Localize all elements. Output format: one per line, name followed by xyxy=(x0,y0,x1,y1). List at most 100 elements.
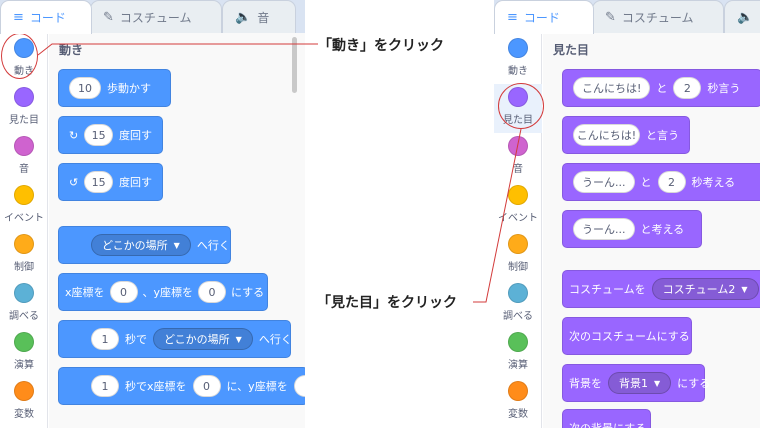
x-input[interactable]: 0 xyxy=(109,281,138,303)
category-label: 変数 xyxy=(508,409,528,420)
control-category-icon xyxy=(14,234,34,254)
x-input[interactable]: 0 xyxy=(192,375,221,397)
category-variables[interactable]: 変数 xyxy=(494,378,542,427)
block-text: 度回す xyxy=(119,129,152,142)
block-text: と考える xyxy=(640,223,685,236)
category-operators[interactable]: 演算 xyxy=(494,329,542,378)
block-think[interactable]: うーん... と考える xyxy=(562,210,702,248)
block-next-backdrop[interactable]: 次の背景にする xyxy=(562,409,651,428)
block-text: と言う xyxy=(646,129,679,142)
events-category-icon xyxy=(508,185,528,205)
category-label: 変数 xyxy=(14,409,34,420)
sound-category-icon xyxy=(508,136,528,156)
category-variables[interactable]: 変数 xyxy=(0,378,48,427)
block-text: 秒言う xyxy=(707,82,741,95)
section-title-motion: 動き xyxy=(59,43,84,57)
block-think-for-secs[interactable]: うーん... と 2 秒考える xyxy=(562,163,760,201)
category-label: イベント xyxy=(498,213,538,224)
steps-input[interactable]: 10 xyxy=(69,77,101,99)
category-sensing[interactable]: 調べる xyxy=(494,280,542,329)
sound-category-icon xyxy=(14,136,34,156)
category-control[interactable]: 制御 xyxy=(0,231,48,280)
block-say-for-secs[interactable]: こんにちは! と 2 秒言う xyxy=(562,69,760,107)
seconds-input[interactable]: 1 xyxy=(91,328,119,350)
variables-category-icon xyxy=(14,381,34,401)
tab-code[interactable]: ≡ コード xyxy=(0,0,92,34)
seconds-input[interactable]: 2 xyxy=(673,77,702,99)
block-turn-right[interactable]: ↻ 15 度回す xyxy=(58,116,163,154)
degrees-input[interactable]: 15 xyxy=(84,124,113,146)
motion-category-icon xyxy=(508,38,528,58)
y-input[interactable] xyxy=(293,375,305,397)
left-screenshot-panel: ≡ コード ✎ コスチューム 🔈 音 動き 見た目 音 イベント 制御 調べる … xyxy=(0,0,305,428)
block-text: にする xyxy=(677,377,711,390)
seconds-input[interactable]: 1 xyxy=(91,375,119,397)
category-sound[interactable]: 音 xyxy=(0,133,48,182)
block-switch-backdrop[interactable]: 背景を 背景1 ▼ にする xyxy=(562,364,710,402)
rotate-right-icon: ↻ xyxy=(69,128,79,142)
category-operators[interactable]: 演算 xyxy=(0,329,48,378)
callout-motion: 「動き」をクリック xyxy=(318,38,444,54)
category-label: 音 xyxy=(19,164,29,175)
tab-code-label: コード xyxy=(29,11,66,25)
speaker-icon: 🔈 xyxy=(737,9,754,25)
block-turn-left[interactable]: ↺ 15 度回す xyxy=(58,163,163,201)
degrees-input[interactable]: 15 xyxy=(84,171,113,193)
costume-dropdown[interactable]: コスチューム2 ▼ xyxy=(651,278,759,300)
block-text: 次のコスチュームにする xyxy=(569,330,690,343)
chevron-down-icon: ▼ xyxy=(654,378,661,388)
block-text: 度回す xyxy=(119,176,152,189)
glide-target-dropdown[interactable]: どこかの場所 ▼ xyxy=(153,328,253,350)
sensing-category-icon xyxy=(508,283,528,303)
dropdown-value: どこかの場所 xyxy=(164,333,230,346)
y-input[interactable]: 0 xyxy=(198,281,227,303)
code-icon: ≡ xyxy=(13,10,24,25)
tab-costumes[interactable]: ✎ コスチューム xyxy=(90,0,222,33)
seconds-input[interactable]: 2 xyxy=(657,171,686,193)
category-motion[interactable]: 動き xyxy=(494,35,542,84)
tab-bar: ≡ コード ✎ コスチューム 🔈 xyxy=(494,0,760,34)
category-sensing[interactable]: 調べる xyxy=(0,280,48,329)
section-title-looks: 見た目 xyxy=(553,43,590,57)
block-switch-costume[interactable]: コスチュームを コスチューム2 ▼ xyxy=(562,270,760,308)
tab-sounds[interactable]: 🔈 xyxy=(724,0,760,33)
message-input[interactable]: うーん... xyxy=(573,218,635,240)
message-input[interactable]: こんにちは! xyxy=(573,77,651,99)
block-text: 、y座標を xyxy=(142,286,194,299)
block-next-costume[interactable]: 次のコスチュームにする xyxy=(562,317,692,355)
tab-costumes[interactable]: ✎ コスチューム xyxy=(592,0,724,33)
category-control[interactable]: 制御 xyxy=(494,231,542,280)
message-input[interactable]: こんにちは! xyxy=(573,124,640,146)
block-goto[interactable]: どこかの場所 ▼ へ行く xyxy=(58,226,231,264)
category-label: 制御 xyxy=(508,262,528,273)
category-label: 演算 xyxy=(14,360,34,371)
tab-code[interactable]: ≡ コード xyxy=(494,0,594,34)
block-say[interactable]: こんにちは! と言う xyxy=(562,116,690,154)
block-text: へ行く xyxy=(196,239,230,252)
sensing-category-icon xyxy=(14,283,34,303)
block-move-steps[interactable]: 10 歩動かす xyxy=(58,69,171,107)
chevron-down-icon: ▼ xyxy=(235,334,242,344)
variables-category-icon xyxy=(508,381,528,401)
looks-category-icon xyxy=(14,87,34,107)
callout-looks: 「見た目」をクリック xyxy=(317,295,457,311)
highlight-circle-looks xyxy=(498,83,544,129)
rotate-left-icon: ↺ xyxy=(69,175,79,189)
goto-target-dropdown[interactable]: どこかの場所 ▼ xyxy=(91,234,191,256)
category-events[interactable]: イベント xyxy=(0,182,48,231)
backdrop-dropdown[interactable]: 背景1 ▼ xyxy=(608,372,672,394)
dropdown-value: コスチューム2 xyxy=(662,283,736,296)
block-glide-xy[interactable]: 1 秒でx座標を 0 に、y座標を xyxy=(58,367,305,405)
message-input[interactable]: うーん... xyxy=(573,171,635,193)
block-goto-xy[interactable]: x座標を 0 、y座標を 0 にする xyxy=(58,273,268,311)
category-events[interactable]: イベント xyxy=(494,182,542,231)
block-text: 秒考える xyxy=(691,176,736,189)
block-text: にする xyxy=(231,286,265,299)
block-glide-to[interactable]: 1 秒で どこかの場所 ▼ へ行く xyxy=(58,320,292,358)
tab-sounds[interactable]: 🔈 音 xyxy=(222,0,296,33)
palette-scrollbar[interactable] xyxy=(292,37,297,93)
category-looks[interactable]: 見た目 xyxy=(0,84,48,133)
category-label: 動き xyxy=(508,66,528,77)
category-label: 調べる xyxy=(9,311,39,322)
category-sound[interactable]: 音 xyxy=(494,133,542,182)
